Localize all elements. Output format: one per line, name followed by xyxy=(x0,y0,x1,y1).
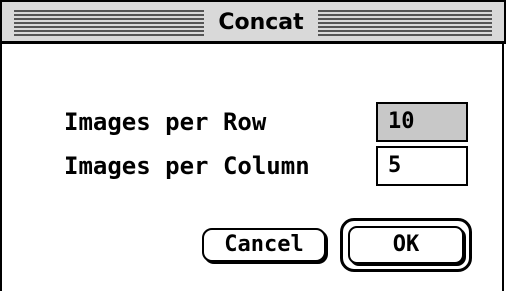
window-frame-left xyxy=(0,44,2,291)
window-title: Concat xyxy=(206,8,316,38)
images-per-column-field[interactable]: 5 xyxy=(376,146,468,186)
images-per-row-field[interactable]: 10 xyxy=(376,102,468,142)
title-bar[interactable]: Concat xyxy=(0,0,506,44)
ok-button-default-ring[interactable]: OK xyxy=(340,218,472,272)
concat-dialog: Concat Images per Row 10 Images per Colu… xyxy=(0,0,506,291)
images-per-column-label: Images per Column xyxy=(64,152,310,180)
images-per-row-label: Images per Row xyxy=(64,108,267,136)
cancel-button[interactable]: Cancel xyxy=(202,228,326,262)
title-bar-stripes-right xyxy=(318,10,492,36)
ok-button[interactable]: OK xyxy=(348,226,464,264)
title-bar-stripes-left xyxy=(14,10,204,36)
window-frame-right xyxy=(502,44,504,291)
